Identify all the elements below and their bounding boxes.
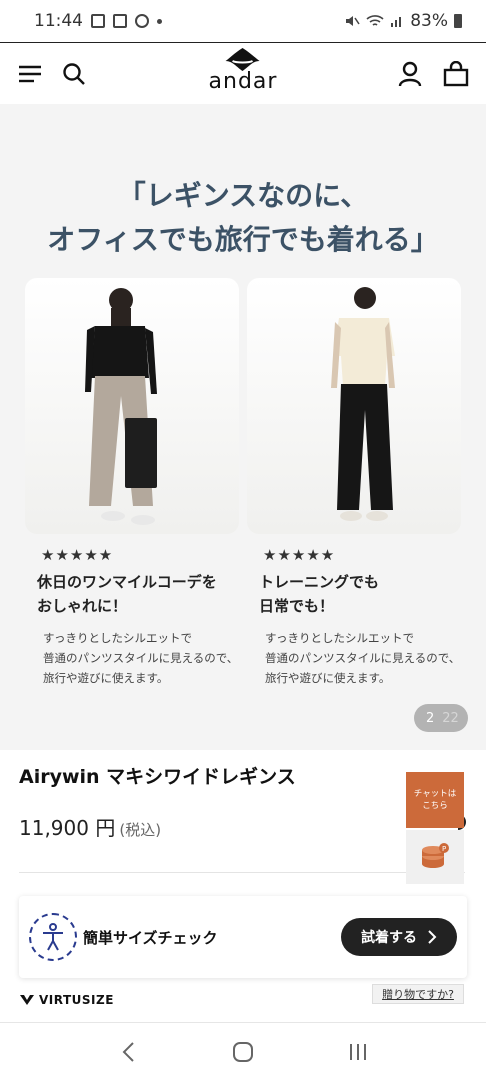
search-icon [63,62,85,85]
review-card: ★★★★★ 休日のワンマイルコーデを おしゃれに！ すっきりとしたシルエットで … [25,278,239,688]
back-icon [122,1041,134,1062]
site-header: andar [0,42,486,104]
card-description: すっきりとしたシルエットで 普通のパンツスタイルに見えるので、 旅行や遊びに使え… [265,631,461,685]
menu-button[interactable] [16,60,44,88]
logo-text: andar [208,69,278,94]
news-icon [113,14,127,28]
model-figure [85,288,157,525]
model-photo [25,278,239,534]
size-check-icon [29,913,77,961]
chevron-right-icon [428,930,437,944]
virtusize-bar: 簡単サイズチェック 試着する [19,896,467,978]
promo-banner[interactable]: 「レギンスなのに、 オフィスでも旅行でも着れる」 ★★★★★ 休日のワンマイルコ… [0,104,486,750]
gift-link[interactable]: 贈り物ですか? [372,984,464,1004]
system-navigation-bar [0,1022,486,1080]
menu-icon [19,65,41,82]
coin-stack-icon: P [422,843,449,868]
card-description: すっきりとしたシルエットで 普通のパンツスタイルに見えるので、 旅行や遊びに使え… [43,631,239,685]
mute-icon [346,16,360,26]
search-button[interactable] [60,60,88,88]
model-figure [331,287,395,521]
image-pager[interactable]: 2 22 [414,704,468,732]
home-icon [232,1041,253,1062]
virtusize-logo: VIRTUSIZE [19,993,114,1007]
bag-icon [443,60,469,86]
account-button[interactable] [396,60,424,88]
line-app-icon [135,14,149,28]
size-check-label: 簡単サイズチェック [83,928,218,947]
battery-percent: 83% [410,11,448,31]
gallery-icon [91,14,105,28]
chat-button[interactable]: チャットは こちら [406,772,464,828]
user-icon [398,61,422,86]
product-name: Airywin マキシワイドレギンス [19,766,296,788]
virtusize-mark-icon [20,995,34,1005]
svg-text:P: P [442,845,446,853]
recents-icon [350,1043,367,1060]
product-price: 11,900 円 (税込) [19,812,161,841]
more-notifications-icon [157,18,162,24]
tax-note: (税込) [119,821,162,839]
home-button[interactable] [223,1032,263,1072]
recents-button[interactable] [338,1032,378,1072]
divider [19,872,465,873]
price-value: 11,900 円 [19,816,116,840]
clock: 11:44 [34,11,83,31]
rating-stars: ★★★★★ [263,546,336,564]
card-title: トレーニングでも 日常でも！ [259,573,380,615]
points-button[interactable]: P [406,830,464,884]
model-photo [247,278,461,534]
try-on-button[interactable]: 試着する [341,918,457,956]
battery-icon [454,14,462,28]
brand-logo[interactable]: andar [209,47,278,94]
pager-total: 22 [442,710,459,726]
rating-stars: ★★★★★ [41,546,114,564]
cart-button[interactable] [442,60,470,88]
signal-icon [391,17,402,27]
wifi-icon [366,15,384,26]
review-card: ★★★★★ トレーニングでも 日常でも！ すっきりとしたシルエットで 普通のパン… [247,278,461,688]
back-button[interactable] [108,1032,148,1072]
pager-current: 2 [426,710,435,726]
status-bar: 11:44 83% [0,0,486,42]
card-title: 休日のワンマイルコーデを おしゃれに！ [37,573,217,615]
promo-headline: 「レギンスなのに、 オフィスでも旅行でも着れる」 [47,179,439,256]
